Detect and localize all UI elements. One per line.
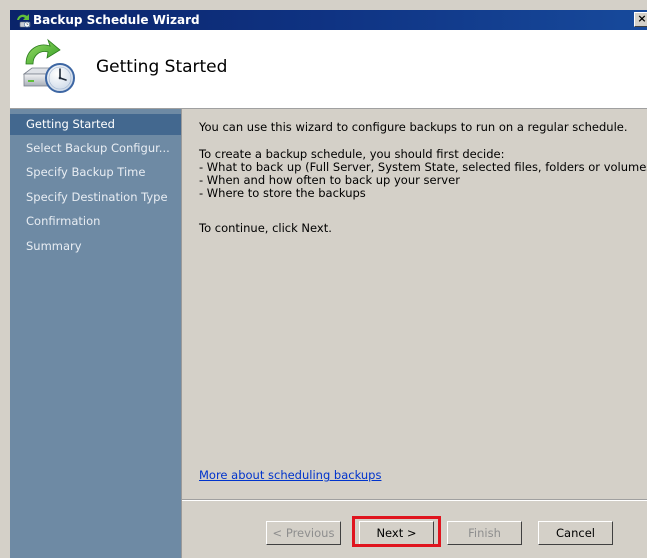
wizard-footer: < Previous Next > Finish Cancel (182, 501, 647, 558)
intro-text: You can use this wizard to configure bac… (199, 120, 628, 134)
backup-schedule-wizard-window: Backup Schedule Wizard × Getting Started… (0, 0, 647, 558)
wizard-steps-sidebar: Getting Started Select Backup Configur..… (10, 109, 182, 558)
finish-button[interactable]: Finish (447, 521, 522, 545)
cancel-button[interactable]: Cancel (538, 521, 613, 545)
sidebar-item-getting-started[interactable]: Getting Started (10, 114, 181, 135)
more-about-scheduling-link[interactable]: More about scheduling backups (199, 468, 381, 482)
sidebar-item-specify-backup-time[interactable]: Specify Backup Time (10, 162, 181, 183)
next-button[interactable]: Next > (359, 521, 434, 545)
sidebar-item-specify-destination-type[interactable]: Specify Destination Type (10, 187, 181, 208)
decide-heading: To create a backup schedule, you should … (199, 147, 505, 161)
decide-item-what: - What to back up (Full Server, System S… (199, 160, 647, 174)
title-bar[interactable]: Backup Schedule Wizard × (10, 10, 647, 30)
decide-item-where: - Where to store the backups (199, 186, 366, 200)
backup-schedule-icon (22, 38, 75, 93)
close-button[interactable]: × (634, 12, 647, 27)
continue-text: To continue, click Next. (199, 221, 332, 235)
wizard-header: Getting Started (10, 30, 647, 109)
previous-button[interactable]: < Previous (266, 521, 341, 545)
page-title: Getting Started (96, 57, 228, 77)
sidebar-item-confirmation[interactable]: Confirmation (10, 211, 181, 232)
sidebar-item-select-backup-configuration[interactable]: Select Backup Configur... (10, 138, 181, 159)
window-title: Backup Schedule Wizard (33, 13, 200, 27)
backup-app-icon (17, 14, 31, 28)
decide-item-when: - When and how often to back up your ser… (199, 173, 460, 187)
sidebar-item-summary[interactable]: Summary (10, 236, 181, 257)
wizard-content: You can use this wizard to configure bac… (182, 109, 647, 499)
